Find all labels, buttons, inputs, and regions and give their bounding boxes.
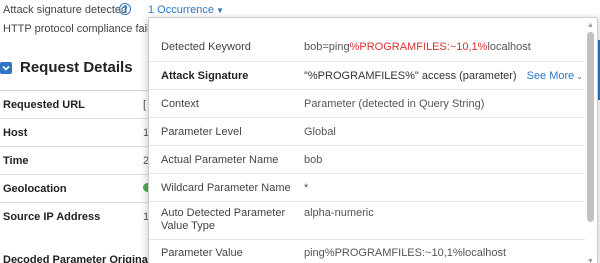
details-row-geolocation: Geolocation [0,174,160,202]
popup-value: Global [304,126,336,138]
details-row-host: Host 1 [0,118,160,146]
details-row-requested-url: Requested URL [ [0,90,160,118]
keyword-suffix: localhost [487,41,531,53]
details-row-time: Time 2 [0,146,160,174]
popup-scrollbar[interactable]: ▲ ▼ [586,22,595,263]
details-row-source-ip: Source IP Address 1 [0,202,160,230]
violation-attack-signature: Attack signature detected [3,4,128,16]
violation-http-compliance: HTTP protocol compliance failed [3,23,162,35]
signature-text: "%PROGRAMFILES%" access (parameter) [304,70,517,82]
row-label: Geolocation [3,183,67,195]
see-more-link[interactable]: See More ⌄ [527,70,583,82]
popup-key: Auto Detected Parameter Value Type [161,207,286,232]
keyword-prefix: bob=ping [304,41,350,53]
popup-row-parameter-level: Parameter Level Global [149,118,585,146]
occurrence-label: 1 Occurrence [148,4,215,16]
row-value: [ [143,99,147,111]
popup-value: Parameter (detected in Query String) [304,98,485,110]
see-more-label: See More [526,70,575,82]
popup-key: Attack Signature [161,70,249,82]
request-details-title: Request Details [20,59,133,76]
popup-pointer [156,18,172,25]
popup-row-attack-signature: Attack Signature "%PROGRAMFILES%" access… [149,62,585,90]
help-icon[interactable]: ? [119,3,131,15]
popup-details: Detected Keyword bob=ping%PROGRAMFILES:~… [149,32,585,263]
popup-row-actual-parameter-name: Actual Parameter Name bob [149,146,585,174]
row-label: Source IP Address [3,211,101,223]
popup-value: * [304,182,309,194]
scroll-up-arrow-icon[interactable]: ▲ [586,22,595,30]
row-label: Requested URL [3,99,85,111]
popup-row-auto-detected-type: Auto Detected Parameter Value Type alpha… [149,202,585,240]
popup-key: Context [161,98,199,110]
popup-key: Actual Parameter Name [161,154,279,166]
row-label: Time [3,155,29,167]
chevron-down-icon: ⌄ [576,72,583,81]
row-label: Host [3,127,28,139]
attack-signature-value: "%PROGRAMFILES%" access (parameter) See M… [304,70,583,82]
scroll-down-arrow-icon[interactable]: ▼ [586,258,595,263]
popup-value: bob [304,154,323,166]
occurrence-link[interactable]: 1 Occurrence ▼ [148,4,224,16]
popup-row-parameter-value: Parameter Value ping%PROGRAMFILES:~10,1%… [149,240,585,263]
keyword-highlight: %PROGRAMFILES:~10,1% [349,41,488,53]
popup-value: alpha-numeric [304,207,374,219]
popup-value: ping%PROGRAMFILES:~10,1%localhost [304,247,507,259]
scroll-thumb[interactable] [587,32,594,222]
popup-row-detected-keyword: Detected Keyword bob=ping%PROGRAMFILES:~… [149,32,585,62]
detected-keyword-value: bob=ping%PROGRAMFILES:~10,1%localhost [304,41,531,53]
request-details-table: Requested URL [ Host 1 Time 2 Geolocatio… [0,90,160,230]
popup-key: Detected Keyword [161,41,251,53]
popup-key: Parameter Level [161,126,242,138]
occurrence-popup: Detected Keyword bob=ping%PROGRAMFILES:~… [148,17,598,263]
popup-key: Parameter Value [161,247,243,259]
popup-row-context: Context Parameter (detected in Query Str… [149,90,585,118]
collapse-chevron-icon[interactable] [0,62,12,74]
popup-row-wildcard-parameter-name: Wildcard Parameter Name * [149,174,585,202]
caret-down-icon: ▼ [216,6,224,15]
popup-key: Wildcard Parameter Name [161,182,291,194]
